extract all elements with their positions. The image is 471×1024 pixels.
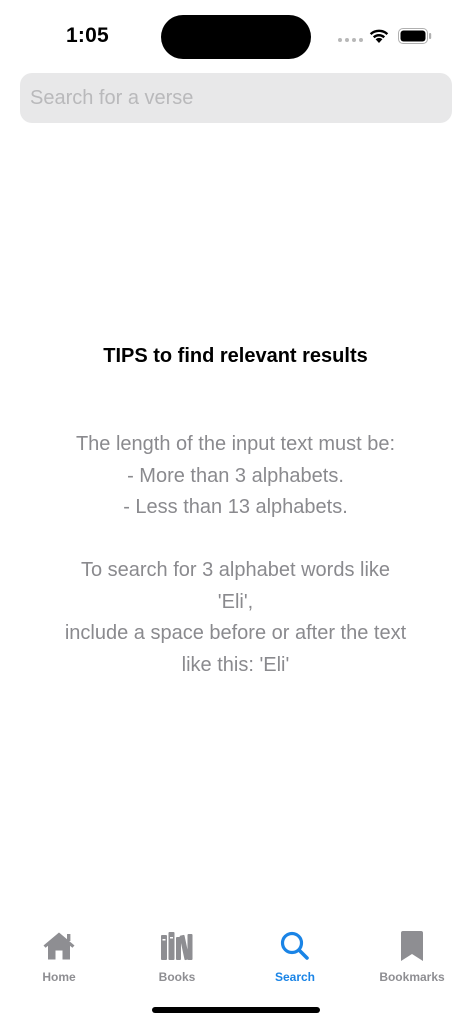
tips-title: TIPS to find relevant results — [103, 345, 368, 367]
search-input[interactable] — [30, 73, 452, 123]
tab-search[interactable]: Search — [236, 922, 354, 984]
tip-line: To search for 3 alphabet words like — [80, 559, 391, 581]
tip-line: include a space before or after the text — [64, 622, 407, 644]
tip-line: - Less than 13 alphabets. — [123, 496, 348, 518]
tip-line: The length of the input text must be: — [75, 433, 396, 455]
tip-line: like this: 'Eli' — [181, 653, 290, 676]
home-icon — [41, 928, 77, 963]
tips-body: The length of the input text must be: - … — [0, 429, 471, 681]
tip-line: 'Eli', — [217, 590, 254, 613]
battery-icon — [398, 28, 432, 44]
tab-bookmarks-label: Bookmarks — [379, 970, 445, 984]
tab-home[interactable]: Home — [0, 922, 118, 984]
status-time: 1:05 — [66, 24, 109, 47]
tab-search-label: Search — [274, 970, 316, 984]
tab-home-label: Home — [42, 970, 76, 984]
tab-books[interactable]: Books — [118, 922, 236, 984]
tab-books-label: Books — [158, 970, 196, 984]
search-screen: 1:05 TIPS to find relevant results The l… — [0, 0, 471, 1024]
tab-bookmarks[interactable]: Bookmarks — [353, 922, 471, 984]
search-icon — [277, 928, 313, 963]
bookmark-icon — [394, 928, 430, 963]
tab-bar: Home Books Search Bookmarks — [0, 922, 471, 992]
cellular-signal-icon — [338, 38, 363, 42]
wifi-icon — [369, 29, 389, 43]
dynamic-island — [161, 15, 311, 59]
search-bar[interactable] — [20, 73, 452, 123]
tip-spacer — [0, 524, 471, 556]
tip-line: - More than 3 alphabets. — [127, 464, 344, 487]
books-icon — [159, 928, 195, 963]
home-indicator[interactable] — [152, 1007, 320, 1013]
